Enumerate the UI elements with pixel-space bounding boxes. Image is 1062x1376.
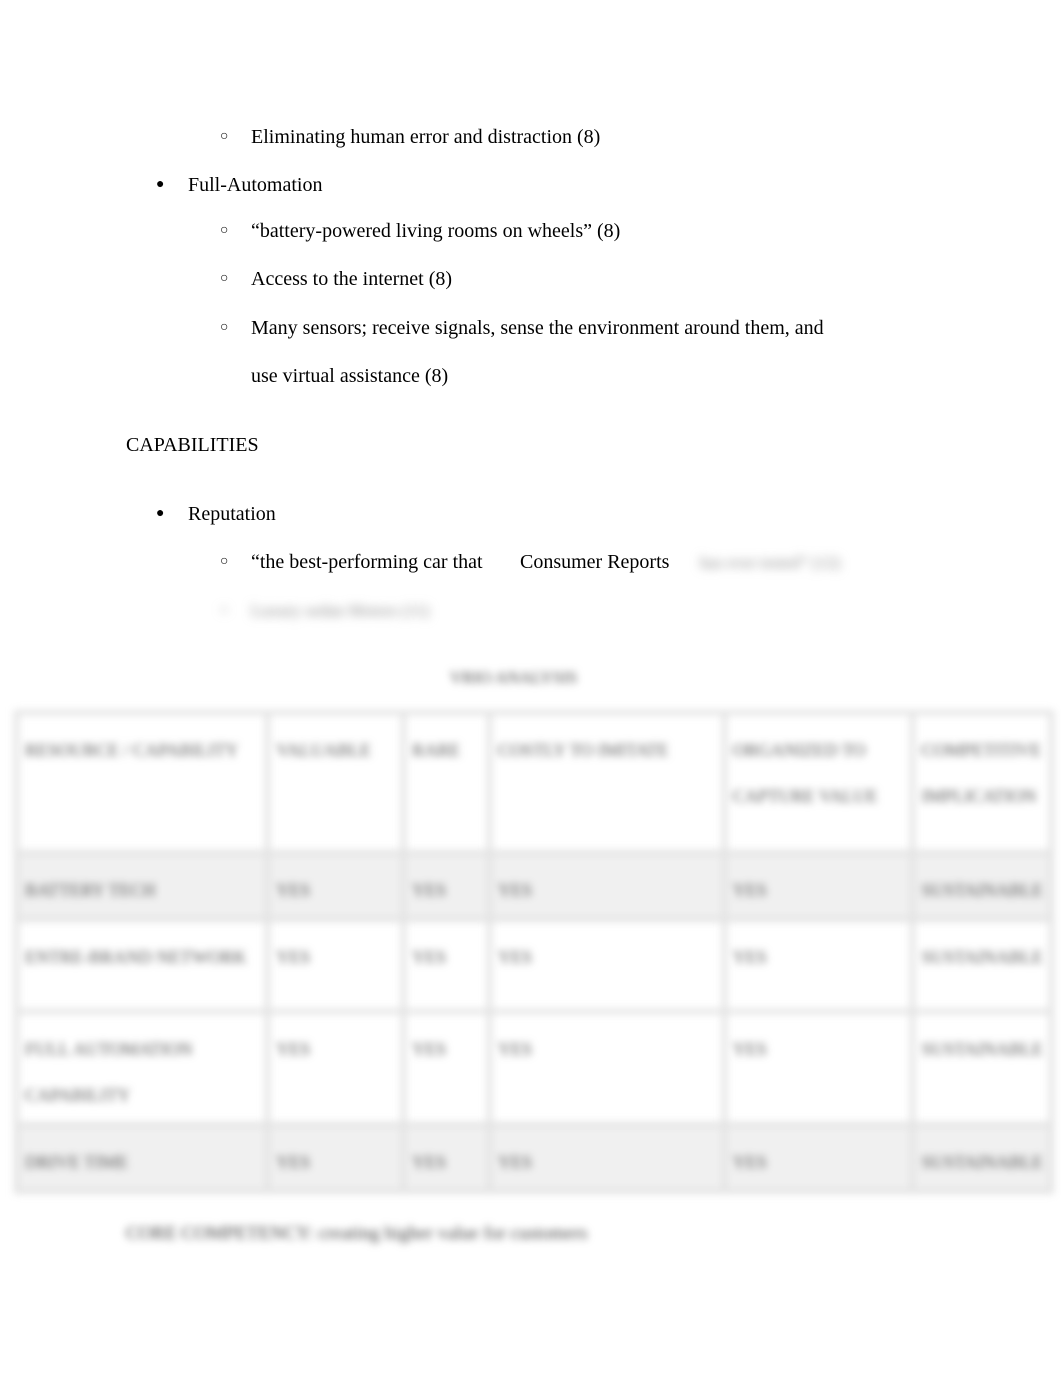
table-cell: SUSTAINABLE <box>910 1122 1054 1194</box>
sub-bullet-icon: ○ <box>220 320 229 335</box>
obscured-text: has ever tested” (12) <box>700 553 841 572</box>
vrio-table: RESOURCE / CAPABILITY VALUABLE RARE COST… <box>13 710 1054 1194</box>
quote-source: Consumer Reports <box>520 551 670 573</box>
table-header-row: RESOURCE / CAPABILITY VALUABLE RARE COST… <box>13 710 1054 855</box>
table-title: VRIO ANALYSIS <box>450 668 578 687</box>
obscured-text: Luxury sedan Motors (11) <box>251 601 430 620</box>
table-cell: SUSTAINABLE <box>910 850 1054 922</box>
main-bullet-icon: ● <box>156 177 165 192</box>
obscured-footer: CORE COMPETENCY: creating higher value f… <box>126 1223 588 1244</box>
table-header-cell: VALUABLE <box>265 710 407 855</box>
list-item: Reputation <box>188 503 276 525</box>
table-header-cell: COMPETITIVE IMPLICATION <box>910 710 1054 855</box>
table-cell: YES <box>265 850 407 922</box>
table-cell: YES <box>721 1009 916 1127</box>
table-cell: ENTRE-BRAND NETWORK <box>13 917 271 1014</box>
table-cell: SUSTAINABLE <box>910 917 1054 1014</box>
list-item: “battery-powered living rooms on wheels”… <box>251 220 621 242</box>
table-row: BATTERY TECH YES YES YES YES SUSTAINABLE <box>13 850 1054 922</box>
table-cell: YES <box>721 917 916 1014</box>
table-header-cell: RARE <box>401 710 493 855</box>
table-cell: YES <box>487 850 727 922</box>
list-item: Eliminating human error and distraction … <box>251 126 601 148</box>
table-cell: YES <box>487 917 727 1014</box>
table-cell: YES <box>265 1009 407 1127</box>
sub-bullet-icon: ○ <box>220 603 229 618</box>
table-cell: YES <box>401 850 493 922</box>
sub-bullet-icon: ○ <box>220 223 229 238</box>
sub-bullet-icon: ○ <box>220 271 229 286</box>
sub-bullet-icon: ○ <box>220 129 229 144</box>
table-cell: YES <box>721 850 916 922</box>
list-item: Full-Automation <box>188 174 323 196</box>
table-cell: YES <box>265 1122 407 1194</box>
table-cell: YES <box>721 1122 916 1194</box>
table-cell: YES <box>487 1122 727 1194</box>
list-item: Access to the internet (8) <box>251 268 453 290</box>
table-header-cell: RESOURCE / CAPABILITY <box>13 710 271 855</box>
section-heading: CAPABILITIES <box>126 434 259 456</box>
table-cell: YES <box>401 1122 493 1194</box>
table-row: ENTRE-BRAND NETWORK YES YES YES YES SUST… <box>13 917 1054 1014</box>
table-header-cell: COSTLY TO IMITATE <box>487 710 727 855</box>
table-cell: DRIVE TIME <box>13 1122 271 1194</box>
main-bullet-icon: ● <box>156 506 165 521</box>
table-cell: BATTERY TECH <box>13 850 271 922</box>
table-row: FULL AUTOMATION CAPABILITY YES YES YES Y… <box>13 1009 1054 1127</box>
table-cell: YES <box>265 917 407 1014</box>
table-row: DRIVE TIME YES YES YES YES SUSTAINABLE <box>13 1122 1054 1194</box>
quote-start: “the best-performing car that <box>251 551 483 573</box>
table-header-cell: ORGANIZED TO CAPTURE VALUE <box>721 710 916 855</box>
table-cell: YES <box>487 1009 727 1127</box>
list-item: Many sensors; receive signals, sense the… <box>251 317 824 339</box>
table-cell: YES <box>401 1009 493 1127</box>
table-cell: FULL AUTOMATION CAPABILITY <box>13 1009 271 1127</box>
table-cell: SUSTAINABLE <box>910 1009 1054 1127</box>
list-item-continuation: use virtual assistance (8) <box>251 365 449 387</box>
table-cell: YES <box>401 917 493 1014</box>
sub-bullet-icon: ○ <box>220 554 229 569</box>
